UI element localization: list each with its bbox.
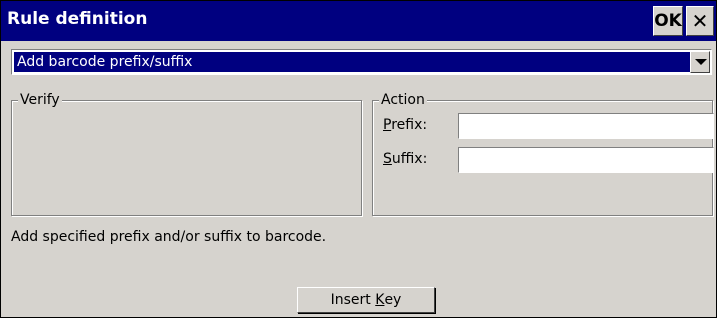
action-group: Action Prefix: Suffix: bbox=[372, 91, 714, 216]
insert-key-button[interactable]: Insert Key bbox=[297, 287, 435, 313]
rule-definition-dialog: Rule definition OK ✕ Add barcode prefix/… bbox=[0, 0, 717, 318]
verify-group-legend: Verify bbox=[18, 91, 62, 109]
suffix-label: Suffix: bbox=[383, 151, 428, 167]
prefix-input[interactable] bbox=[458, 113, 714, 139]
action-group-legend: Action bbox=[379, 91, 427, 109]
title-bar: Rule definition OK ✕ bbox=[1, 1, 716, 41]
verify-group: Verify bbox=[11, 91, 362, 216]
chevron-down-icon[interactable] bbox=[690, 51, 710, 73]
rule-type-dropdown[interactable]: Add barcode prefix/suffix bbox=[11, 49, 712, 75]
prefix-label: Prefix: bbox=[383, 117, 428, 133]
close-icon: ✕ bbox=[691, 9, 709, 33]
ok-button[interactable]: OK bbox=[653, 6, 683, 36]
suffix-input[interactable] bbox=[458, 147, 714, 173]
dialog-title: Rule definition bbox=[7, 9, 148, 29]
rule-description: Add specified prefix and/or suffix to ba… bbox=[11, 229, 327, 245]
close-button[interactable]: ✕ bbox=[686, 6, 714, 36]
rule-type-selected-value: Add barcode prefix/suffix bbox=[14, 52, 690, 72]
